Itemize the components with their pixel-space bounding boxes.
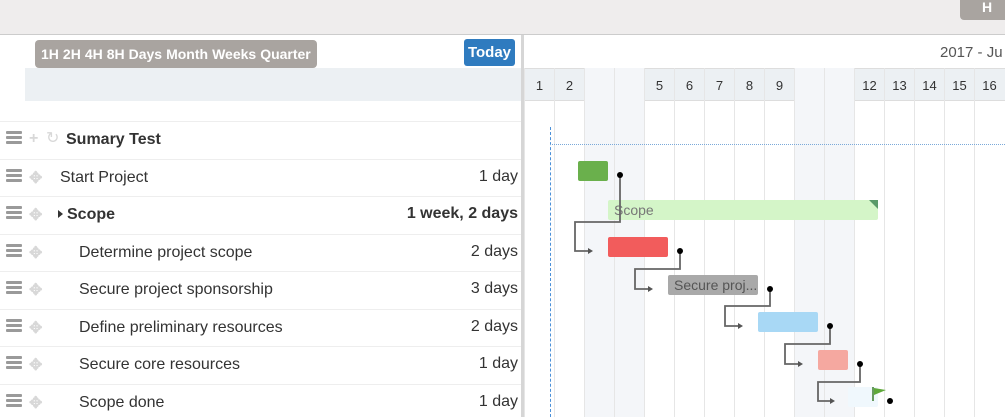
top-bar: H	[0, 0, 1005, 35]
task-row[interactable]: ✥ Secure project sponsorship 3 days	[0, 271, 521, 309]
drag-handle-icon[interactable]	[6, 356, 22, 370]
task-name: Define preliminary resources	[79, 318, 283, 336]
task-row[interactable]: ✥ Determine project scope 2 days	[0, 233, 521, 272]
expand-caret-icon[interactable]	[58, 210, 63, 218]
arrow-icon	[648, 286, 653, 292]
drag-handle-icon[interactable]	[6, 393, 22, 408]
task-row[interactable]: ✥ Secure core resources 1 day	[0, 346, 521, 384]
move-icon[interactable]: ✥	[29, 355, 42, 375]
move-icon[interactable]: ✥	[29, 280, 42, 300]
link-line	[634, 251, 681, 290]
task-name: Scope done	[79, 393, 165, 411]
task-name: Scope	[67, 206, 116, 223]
link-endpoint-icon	[857, 361, 863, 367]
move-icon[interactable]: ✥	[29, 168, 42, 188]
task-list: + ↻ Sumary Test ✥ Start Project 1 day ✥ …	[0, 121, 521, 417]
zoom-month-button[interactable]: Month	[164, 46, 210, 62]
link-line	[784, 326, 831, 365]
task-name: Secure project sponsorship	[79, 281, 273, 298]
task-grid: 1H 2H 4H 8H Days Month Weeks Quarter Tod…	[0, 35, 521, 417]
link-endpoint-icon	[767, 286, 773, 292]
link-endpoint-icon	[617, 172, 623, 178]
drag-handle-icon[interactable]	[6, 243, 22, 258]
link-endpoint-icon	[827, 323, 833, 329]
task-row[interactable]: ✥ Define preliminary resources 2 days	[0, 308, 521, 347]
zoom-2h-button[interactable]: 2H	[61, 46, 83, 62]
today-button[interactable]: Today	[464, 39, 515, 66]
zoom-4h-button[interactable]: 4H	[83, 46, 105, 62]
task-duration: 1 day	[478, 355, 518, 372]
task-duration: 2 days	[470, 242, 518, 260]
task-row[interactable]: ✥ Scope done 1 day	[0, 383, 521, 417]
task-duration: 1 day	[478, 167, 518, 185]
grid-header	[25, 68, 521, 101]
zoom-1h-button[interactable]: 1H	[39, 46, 61, 62]
zoom-weeks-button[interactable]: Weeks	[210, 46, 258, 62]
move-icon[interactable]: ✥	[29, 318, 42, 338]
drag-handle-icon[interactable]	[6, 318, 22, 333]
move-icon[interactable]: ✥	[29, 393, 42, 413]
task-duration: 3 days	[470, 280, 518, 297]
arrow-icon	[798, 361, 803, 367]
scope-bar-end-icon	[869, 200, 878, 209]
arrow-icon	[738, 323, 743, 329]
link-endpoint-icon	[677, 248, 683, 254]
link-line	[574, 175, 621, 252]
gantt-chart: 2017 - Ju 12345678910111213141516 Scope …	[524, 35, 1005, 417]
zoom-selector: 1H 2H 4H 8H Days Month Weeks Quarter	[35, 40, 317, 68]
arrow-icon	[830, 398, 835, 404]
zoom-quarter-button[interactable]: Quarter	[258, 46, 313, 62]
drag-handle-icon[interactable]	[6, 131, 22, 145]
drag-handle-icon[interactable]	[6, 168, 22, 183]
drag-handle-icon[interactable]	[6, 206, 22, 220]
link-endpoint-icon	[887, 398, 893, 404]
task-duration: 1 week, 2 days	[406, 205, 518, 222]
move-icon[interactable]: ✥	[29, 243, 42, 263]
add-icon[interactable]: +	[29, 130, 38, 148]
task-row[interactable]: ✥ Start Project 1 day	[0, 158, 521, 197]
task-duration: 2 days	[470, 317, 518, 335]
task-row[interactable]: ✥ Scope 1 week, 2 days	[0, 196, 521, 234]
corner-button[interactable]: H	[960, 0, 1005, 20]
task-name: Sumary Test	[66, 131, 161, 148]
refresh-icon[interactable]: ↻	[46, 128, 59, 148]
task-name: Determine project scope	[79, 243, 253, 261]
link-line	[817, 364, 861, 402]
task-duration: 1 day	[478, 392, 518, 410]
zoom-days-button[interactable]: Days	[127, 46, 164, 62]
milestone-flag-icon	[872, 387, 886, 401]
task-name: Secure core resources	[79, 356, 240, 373]
drag-handle-icon[interactable]	[6, 281, 22, 295]
link-line	[724, 289, 771, 327]
zoom-8h-button[interactable]: 8H	[105, 46, 127, 62]
arrow-icon	[588, 248, 593, 254]
task-row[interactable]: + ↻ Sumary Test	[0, 121, 521, 159]
move-icon[interactable]: ✥	[29, 205, 42, 225]
task-name: Start Project	[60, 168, 149, 186]
dependency-links	[574, 172, 893, 404]
